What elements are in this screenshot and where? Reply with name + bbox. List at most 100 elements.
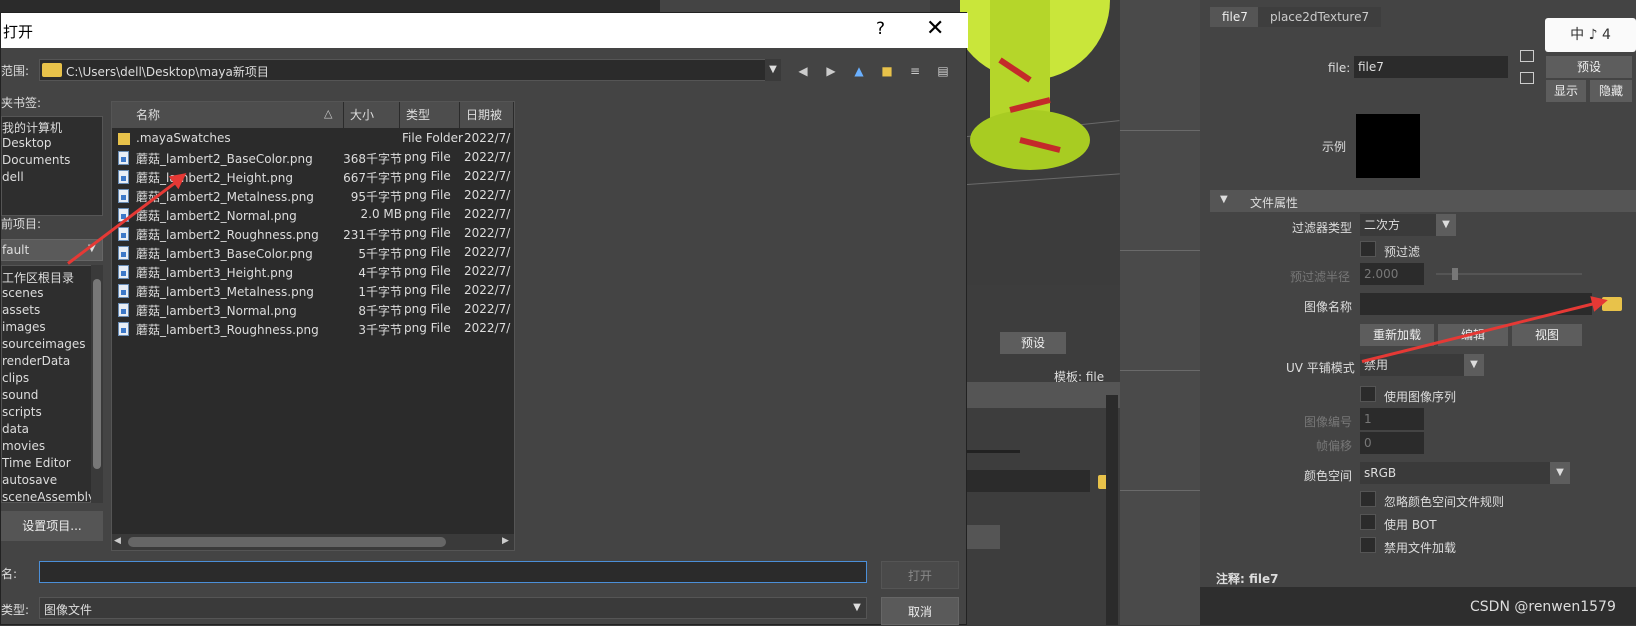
column-size[interactable]: 大小 <box>344 102 400 128</box>
file-row[interactable]: 蘑菇_lambert2_BaseColor.png 368千字节 png Fil… <box>112 148 514 168</box>
sidebar-item-dell[interactable]: dell <box>2 170 24 184</box>
forward-icon[interactable]: ▶ <box>823 63 839 79</box>
list-item[interactable]: assets <box>2 303 40 317</box>
column-name[interactable]: 名称 <box>112 102 344 128</box>
list-item[interactable]: images <box>2 320 46 334</box>
list-view-icon[interactable]: ≡ <box>907 63 923 79</box>
filetype-label: 类型: <box>1 603 30 617</box>
prefilter-checkbox[interactable] <box>1360 241 1376 257</box>
sample-label: 示例 <box>1322 140 1347 154</box>
column-type[interactable]: 类型 <box>400 102 460 128</box>
new-folder-icon[interactable]: ■ <box>879 63 895 79</box>
ime-logo: 中 ♪ 4 <box>1545 18 1636 52</box>
list-item[interactable]: sound <box>2 388 38 402</box>
image-file-icon <box>118 303 129 317</box>
frame-label: 图像编号 <box>1304 415 1353 429</box>
mushroom-model <box>960 0 1110 170</box>
file-row[interactable]: 蘑菇_lambert3_Metalness.png 1千字节 png File … <box>112 281 514 301</box>
file-name: 蘑菇_lambert3_BaseColor.png <box>136 247 313 261</box>
filetype-select[interactable]: 图像文件 ▼ <box>39 597 867 619</box>
help-button[interactable]: ? <box>876 19 885 39</box>
section-file-attributes[interactable]: ▼ 文件属性 <box>1210 190 1636 212</box>
section-title: 文件属性 <box>1250 196 1299 210</box>
file-row[interactable]: 蘑菇_lambert2_Metalness.png 95千字节 png File… <box>112 186 514 206</box>
view-button[interactable]: 视图 <box>1512 324 1582 346</box>
sidebar-item-computer[interactable]: 我的计算机 <box>2 119 62 136</box>
sidebar-item-desktop[interactable]: Desktop <box>2 136 52 150</box>
chevron-down-icon[interactable]: ▼ <box>765 59 781 81</box>
chevron-down-icon[interactable]: ▼ <box>1550 462 1570 484</box>
attribute-editor: file7 place2dTexture7 中 ♪ 4 file: file7 … <box>1200 0 1636 625</box>
presets-icon[interactable] <box>1520 72 1534 84</box>
chevron-down-icon[interactable]: ▼ <box>1464 354 1484 376</box>
use-bot-checkbox[interactable] <box>1360 514 1376 530</box>
look-in-combo[interactable]: C:\Users\dell\Desktop\maya新项目 <box>39 59 781 81</box>
file-row[interactable]: 蘑菇_lambert3_BaseColor.png 5千字节 png File … <box>112 243 514 263</box>
up-folder-icon[interactable]: ▲ <box>851 63 867 79</box>
horizontal-scrollbar[interactable]: ◀ ▶ <box>112 534 514 550</box>
tab-place2dtexture7[interactable]: place2dTexture7 <box>1258 7 1382 27</box>
use-bot-label: 使用 BOT <box>1384 518 1437 532</box>
close-button[interactable]: ✕ <box>926 16 944 41</box>
show-button[interactable]: 显示 <box>1546 80 1586 102</box>
file-row-folder[interactable]: .mayaSwatches File Folder 2022/7/ <box>112 129 514 149</box>
file-name: 蘑菇_lambert2_BaseColor.png <box>136 152 313 166</box>
list-item[interactable]: clips <box>2 371 29 385</box>
mid-preset-button[interactable]: 预设 <box>1000 332 1066 354</box>
list-item[interactable]: Time Editor <box>2 456 71 470</box>
scroll-thumb[interactable] <box>128 537 446 547</box>
list-item[interactable]: scenes <box>2 286 43 300</box>
list-item[interactable]: sourceimages <box>2 337 85 351</box>
scroll-right-icon[interactable]: ▶ <box>502 536 509 546</box>
file-name-field[interactable]: file7 <box>1354 56 1508 78</box>
list-item[interactable]: sceneAssembly <box>2 490 95 502</box>
sidebar-item-documents[interactable]: Documents <box>2 153 70 167</box>
project-value: fault <box>2 243 30 257</box>
open-button[interactable]: 打开 <box>881 561 959 589</box>
list-item[interactable]: scripts <box>2 405 42 419</box>
file-row[interactable]: 蘑菇_lambert2_Normal.png 2.0 MB png File 2… <box>112 205 514 225</box>
frame-offset-field: 0 <box>1360 432 1424 454</box>
file-row[interactable]: 蘑菇_lambert3_Height.png 4千字节 png File 202… <box>112 262 514 282</box>
file-name: 蘑菇_lambert2_Normal.png <box>136 209 297 223</box>
back-icon[interactable]: ◀ <box>795 63 811 79</box>
tab-file7[interactable]: file7 <box>1210 7 1260 27</box>
reload-button[interactable]: 重新加载 <box>1360 324 1434 346</box>
file-row[interactable]: 蘑菇_lambert3_Roughness.png 3千字节 png File … <box>112 319 514 339</box>
file-list-header: 名称 △ 大小 类型 日期被 <box>112 102 514 128</box>
filename-input[interactable] <box>39 561 867 583</box>
prefilter-radius-field: 2.000 <box>1360 263 1424 285</box>
list-item[interactable]: data <box>2 422 29 436</box>
cancel-button[interactable]: 取消 <box>881 597 959 625</box>
list-item[interactable]: movies <box>2 439 45 453</box>
color-space-label: 颜色空间 <box>1304 469 1353 483</box>
file-row[interactable]: 蘑菇_lambert2_Roughness.png 231千字节 png Fil… <box>112 224 514 244</box>
set-project-button[interactable]: 设置项目... <box>1 511 103 541</box>
image-file-icon <box>118 151 129 165</box>
preset-button[interactable]: 预设 <box>1546 56 1632 78</box>
hide-button[interactable]: 隐藏 <box>1590 80 1632 102</box>
use-image-sequence-checkbox[interactable] <box>1360 386 1376 402</box>
ignore-rules-checkbox[interactable] <box>1360 491 1376 507</box>
list-item[interactable]: renderData <box>2 354 70 368</box>
use-image-sequence-label: 使用图像序列 <box>1384 390 1457 404</box>
chevron-down-icon[interactable]: ▼ <box>1436 214 1456 236</box>
list-item[interactable]: 工作区根目录 <box>2 269 74 286</box>
path-text: C:\Users\dell\Desktop\maya新项目 <box>66 65 269 79</box>
color-space-select[interactable]: sRGB <box>1360 462 1550 484</box>
focus-icon[interactable] <box>1520 50 1534 62</box>
notes-area[interactable]: CSDN @renwen1579 <box>1200 587 1636 625</box>
column-date[interactable]: 日期被 <box>460 102 514 128</box>
list-item[interactable]: autosave <box>2 473 57 487</box>
project-label: 前项目: <box>1 217 42 231</box>
bookmarks-label: 夹书签: <box>1 96 42 110</box>
scroll-left-icon[interactable]: ◀ <box>114 536 121 546</box>
file-row[interactable]: 蘑菇_lambert3_Normal.png 8千字节 png File 202… <box>112 300 514 320</box>
filter-type-select[interactable]: 二次方 <box>1360 214 1436 236</box>
detail-view-icon[interactable]: ▤ <box>935 63 951 79</box>
image-file-icon <box>118 284 129 298</box>
watermark: CSDN @renwen1579 <box>1470 599 1616 615</box>
scrollbar[interactable] <box>91 265 103 503</box>
disable-file-load-checkbox[interactable] <box>1360 537 1376 553</box>
swatch-strip <box>0 0 660 12</box>
